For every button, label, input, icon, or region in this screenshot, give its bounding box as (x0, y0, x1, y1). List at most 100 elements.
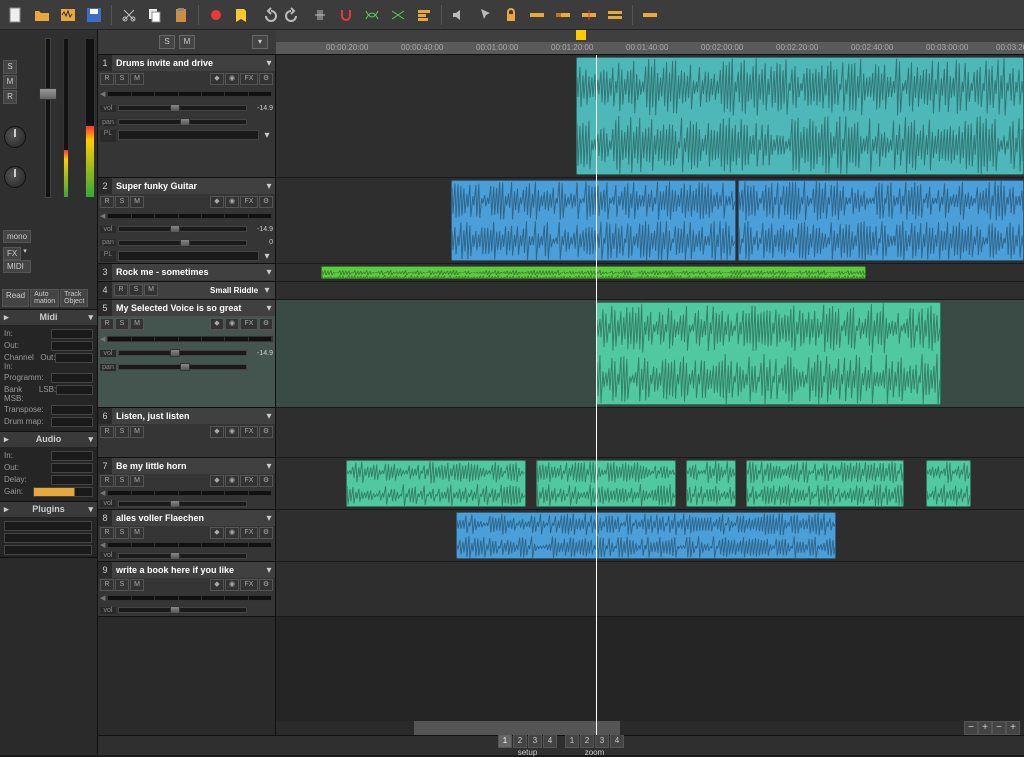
align-icon[interactable] (412, 3, 436, 27)
mute-button[interactable]: M (130, 196, 144, 208)
pan-slider[interactable] (118, 119, 247, 125)
pl-field[interactable] (118, 251, 259, 261)
playhead[interactable] (596, 55, 597, 735)
record-arm-button[interactable]: R (100, 527, 114, 539)
chevron-down-icon[interactable]: ▾ (261, 130, 273, 142)
record-arm-button[interactable]: R (100, 426, 114, 438)
panel-field[interactable] (55, 353, 93, 363)
panel-field[interactable] (51, 463, 93, 473)
audio-clip[interactable] (596, 302, 941, 405)
speaker-icon[interactable] (447, 3, 471, 27)
record-arm-button[interactable]: R (100, 196, 114, 208)
audio-clip[interactable] (926, 460, 971, 507)
zoom-out-h-button[interactable]: − (964, 721, 978, 735)
plugin-icon[interactable]: ◆ (210, 196, 224, 208)
track-name[interactable]: Rock me - sometimes (112, 267, 263, 277)
lock-icon[interactable]: ◉ (225, 579, 239, 591)
zoom-out-v-button[interactable]: − (992, 721, 1006, 735)
track-lane[interactable] (276, 562, 1024, 617)
pan-knob[interactable] (4, 126, 26, 148)
gear-icon[interactable]: ⚙ (259, 73, 273, 85)
track-header[interactable]: 9write a book here if you like▾RSM◆◉FX⚙◀… (98, 562, 275, 617)
fx-button[interactable]: FX (240, 579, 258, 591)
record-arm-button[interactable]: R (100, 475, 114, 487)
chevron-down-icon[interactable]: ▾ (263, 267, 275, 278)
lock-icon[interactable]: ◉ (225, 318, 239, 330)
plugins-panel-header[interactable]: ▸Plugins▾ (0, 502, 97, 517)
audio-clip[interactable] (456, 512, 836, 559)
setup-preset-2[interactable]: 2 (513, 734, 527, 748)
track-header[interactable]: 6Listen, just listen▾RSM◆◉FX⚙ (98, 408, 275, 458)
fx-button[interactable]: FX (240, 426, 258, 438)
track-header[interactable]: 3Rock me - sometimes▾ (98, 264, 275, 282)
fx-button[interactable]: FX (240, 196, 258, 208)
range1-icon[interactable] (525, 3, 549, 27)
gear-icon[interactable]: ⚙ (259, 318, 273, 330)
grid-icon[interactable] (308, 3, 332, 27)
mute-button[interactable]: M (3, 75, 17, 89)
track-header[interactable]: 8alles voller Flaechen▾RSM◆◉FX⚙◀vol (98, 510, 275, 562)
chevron-down-icon[interactable]: ▾ (263, 565, 275, 576)
gear-icon[interactable]: ⚙ (259, 527, 273, 539)
audio-clip[interactable] (576, 57, 1024, 175)
track-name[interactable]: Listen, just listen (112, 411, 263, 421)
panel-field[interactable] (51, 405, 93, 415)
global-solo-button[interactable]: S (159, 35, 175, 49)
volume-slider[interactable] (118, 226, 247, 232)
lock-icon[interactable]: ◉ (225, 426, 239, 438)
lock-icon[interactable]: ◉ (225, 73, 239, 85)
mono-button[interactable]: mono (3, 230, 31, 243)
track-name[interactable]: Drums invite and drive (112, 58, 263, 68)
redo-icon[interactable] (282, 3, 306, 27)
panel-field[interactable] (51, 373, 93, 383)
track-header[interactable]: 5My Selected Voice is so great▾RSM◆◉FX⚙◀… (98, 300, 275, 408)
gear-icon[interactable]: ⚙ (259, 475, 273, 487)
mute-button[interactable]: M (130, 73, 144, 85)
track-lane[interactable] (276, 458, 1024, 510)
lock-icon[interactable]: ◉ (225, 475, 239, 487)
fx-button[interactable]: FX (240, 318, 258, 330)
volume-slider[interactable] (118, 553, 247, 559)
track-lane[interactable] (276, 178, 1024, 264)
crossfade2-icon[interactable] (386, 3, 410, 27)
volume-fader[interactable] (39, 88, 57, 100)
wave-file-icon[interactable] (56, 3, 80, 27)
gear-icon[interactable]: ⚙ (259, 196, 273, 208)
panel-field[interactable] (51, 451, 93, 461)
global-mute-button[interactable]: M (179, 35, 195, 49)
gain-knob[interactable] (4, 166, 26, 188)
track-lane[interactable] (276, 300, 1024, 408)
plugin-icon[interactable]: ◆ (210, 475, 224, 487)
audio-clip[interactable] (451, 180, 736, 261)
chevron-down-icon[interactable]: ▾ (261, 251, 273, 262)
lock-icon[interactable]: ◉ (225, 527, 239, 539)
track-name[interactable]: My Selected Voice is so great (112, 303, 263, 313)
solo-button[interactable]: S (115, 73, 129, 85)
loop-marker[interactable] (576, 30, 586, 40)
volume-slider[interactable] (118, 350, 247, 356)
fx-button[interactable]: FX (240, 73, 258, 85)
audio-panel-header[interactable]: ▸Audio▾ (0, 432, 97, 447)
setup-preset-4[interactable]: 4 (543, 734, 557, 748)
scrollbar-thumb[interactable] (414, 721, 620, 735)
panel-field[interactable] (51, 475, 93, 485)
chevron-down-icon[interactable]: ▾ (263, 411, 275, 422)
paste-icon[interactable] (169, 3, 193, 27)
panel-field[interactable] (33, 487, 93, 497)
copy-icon[interactable] (143, 3, 167, 27)
fx-button[interactable]: FX (240, 475, 258, 487)
track-name[interactable]: Super funky Guitar (112, 181, 263, 191)
solo-button[interactable]: S (115, 579, 129, 591)
solo-button[interactable]: S (115, 426, 129, 438)
plugin-icon[interactable]: ◆ (210, 579, 224, 591)
record-arm-button[interactable]: R (100, 318, 114, 330)
lock-icon[interactable]: ◉ (225, 196, 239, 208)
gear-icon[interactable]: ⚙ (259, 579, 273, 591)
timeline[interactable]: − + − + (276, 55, 1024, 735)
record-arm-button[interactable]: R (3, 90, 17, 104)
horizontal-scrollbar[interactable] (276, 721, 964, 735)
track-object-button[interactable]: Track Object (60, 289, 88, 307)
audio-clip[interactable] (746, 460, 904, 507)
track-lane[interactable] (276, 510, 1024, 562)
range3-icon[interactable] (577, 3, 601, 27)
